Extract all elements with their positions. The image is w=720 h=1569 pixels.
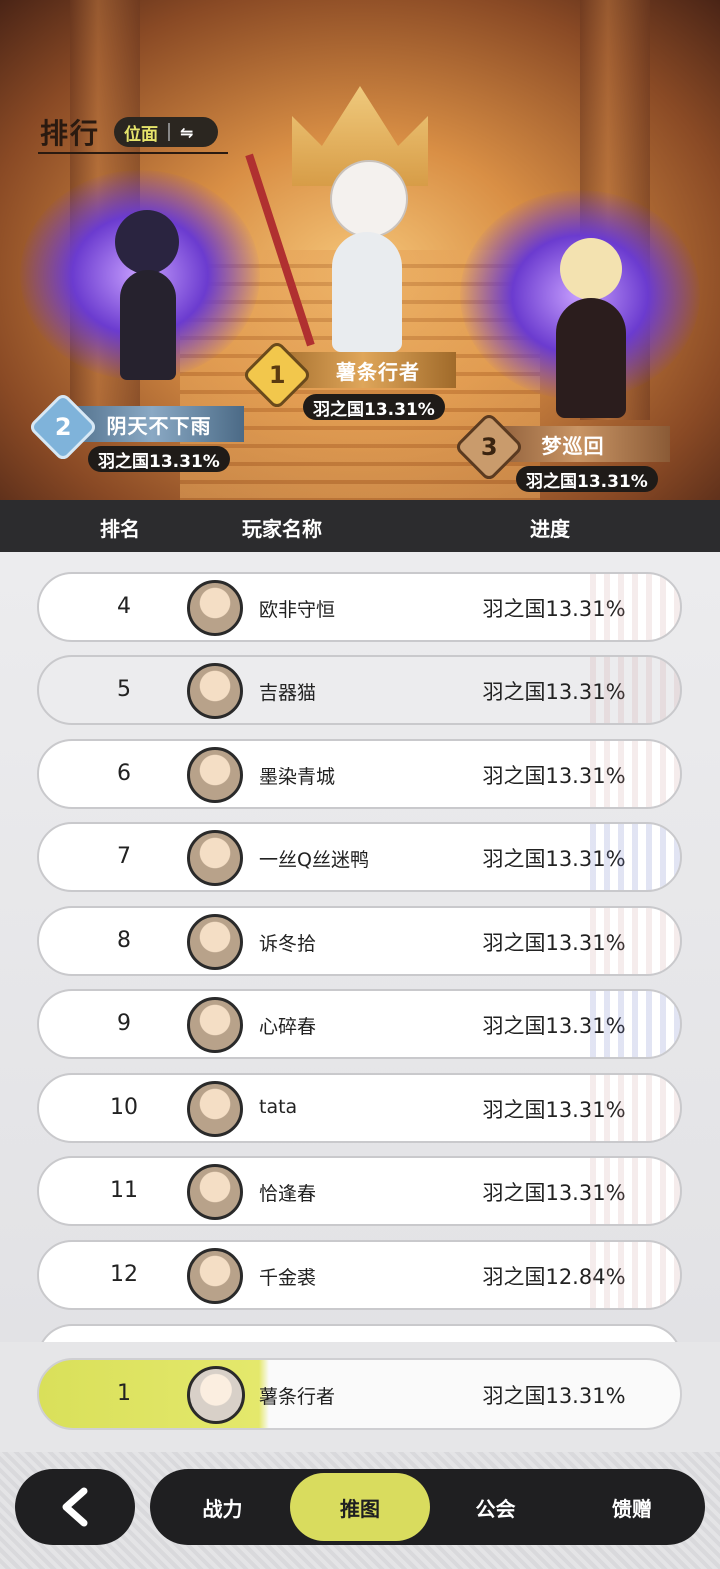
table-row[interactable]: 5 吉器猫 羽之国13.31%: [37, 655, 682, 725]
back-arrow-icon: [62, 1487, 88, 1527]
rank-1-progress: 羽之国13.31%: [303, 394, 445, 420]
row-rank: 10: [110, 1095, 138, 1120]
row-player-name: 吉器猫: [259, 682, 317, 704]
row-player-name: 一丝Q丝迷鸭: [259, 849, 369, 871]
table-row[interactable]: 4 欧非守恒 羽之国13.31%: [37, 572, 682, 642]
row-decoration: [590, 1158, 680, 1224]
row-decoration: [590, 991, 680, 1057]
avatar[interactable]: [187, 580, 243, 636]
row-player-name: tata: [259, 1096, 298, 1118]
row-player-name: 恰逢春: [259, 1183, 317, 1205]
row-rank: 5: [117, 677, 131, 702]
row-rank: 12: [110, 1262, 138, 1287]
row-player-name: 心碎春: [259, 1016, 317, 1038]
page-title: 排行: [40, 117, 101, 150]
switch-divider: [168, 123, 170, 141]
row-player-name: 诉冬拾: [259, 933, 317, 955]
avatar[interactable]: [187, 830, 243, 886]
back-button[interactable]: [15, 1469, 135, 1545]
table-row[interactable]: 10 tata 羽之国13.31%: [37, 1073, 682, 1143]
rank-1-number: 1: [268, 360, 286, 389]
my-rank: 1: [117, 1381, 131, 1406]
row-decoration: [590, 1242, 680, 1308]
row-rank: 7: [117, 844, 131, 869]
row-rank: 9: [117, 1011, 131, 1036]
rank-1-name: 薯条行者: [336, 359, 420, 384]
table-row[interactable]: 7 一丝Q丝迷鸭 羽之国13.31%: [37, 822, 682, 892]
column-player-name: 玩家名称: [242, 517, 322, 541]
table-row[interactable]: 11 恰逢春 羽之国13.31%: [37, 1156, 682, 1226]
rank-2-character[interactable]: [20, 170, 260, 400]
rank-2-progress: 羽之国13.31%: [88, 446, 230, 472]
rank-3-number: 3: [480, 432, 498, 461]
row-player-name: 欧非守恒: [259, 599, 336, 621]
realm-switch-button[interactable]: 位面 ⇋: [114, 117, 218, 147]
avatar[interactable]: [187, 747, 243, 803]
avatar[interactable]: [187, 997, 243, 1053]
my-progress: 羽之国13.31%: [482, 1384, 626, 1408]
table-row[interactable]: 9 心碎春 羽之国13.31%: [37, 989, 682, 1059]
rank-2-name: 阴天不下雨: [106, 413, 212, 438]
rank-3-character[interactable]: [460, 190, 700, 430]
avatar[interactable]: [187, 663, 243, 719]
realm-switch-label: 位面: [124, 124, 158, 145]
row-decoration: [590, 1075, 680, 1141]
table-row[interactable]: 6 墨染青城 羽之国13.31%: [37, 739, 682, 809]
tab-stage-progress[interactable]: 推图: [290, 1473, 430, 1541]
podium-hero: 排行 位面 ⇋ 薯条行者 1 羽之国13.31% 阴天不下雨 2 羽之国13.3…: [0, 0, 720, 500]
row-player-name: 千金裘: [259, 1267, 317, 1289]
row-player-name: 墨染青城: [259, 766, 336, 788]
row-rank: 6: [117, 761, 131, 786]
rank-3-progress: 羽之国13.31%: [516, 466, 658, 492]
ranking-list[interactable]: 4 欧非守恒 羽之国13.31% 5 吉器猫 羽之国13.31% 6 墨染青城 …: [0, 552, 720, 1342]
row-decoration: [590, 824, 680, 890]
rank-1-character[interactable]: [245, 140, 450, 360]
row-rank: 4: [117, 594, 131, 619]
column-progress: 进度: [530, 517, 570, 541]
title-underline: [38, 152, 228, 154]
avatar[interactable]: [187, 1164, 243, 1220]
rank-3-name: 梦巡回: [541, 433, 605, 458]
tab-gifts[interactable]: 馈赠: [563, 1469, 701, 1545]
tab-combat-power[interactable]: 战力: [150, 1469, 295, 1545]
row-decoration: [590, 741, 680, 807]
bottom-nav: 战力 推图 公会 馈赠: [0, 1452, 720, 1569]
rank-2-number: 2: [54, 412, 72, 441]
row-decoration: [590, 574, 680, 640]
swap-arrows-icon: ⇋: [180, 122, 194, 142]
ranking-tabs: 战力 推图 公会 馈赠: [150, 1469, 705, 1545]
row-rank: 11: [110, 1178, 138, 1203]
avatar[interactable]: [187, 1081, 243, 1137]
row-decoration: [590, 657, 680, 723]
table-row[interactable]: 8 诉冬拾 羽之国13.31%: [37, 906, 682, 976]
my-rank-row[interactable]: 1 薯条行者 羽之国13.31%: [37, 1358, 682, 1430]
column-rank: 排名: [100, 517, 140, 541]
ranking-table-header: 排名 玩家名称 进度: [0, 500, 720, 552]
my-player-name: 薯条行者: [259, 1386, 336, 1408]
row-rank: 8: [117, 928, 131, 953]
tab-guild[interactable]: 公会: [428, 1469, 563, 1545]
row-decoration: [590, 908, 680, 974]
avatar[interactable]: [187, 1248, 243, 1304]
my-avatar[interactable]: [187, 1366, 245, 1424]
my-rank-section: 1 薯条行者 羽之国13.31%: [0, 1342, 720, 1452]
avatar[interactable]: [187, 914, 243, 970]
table-row[interactable]: 12 千金裘 羽之国12.84%: [37, 1240, 682, 1310]
